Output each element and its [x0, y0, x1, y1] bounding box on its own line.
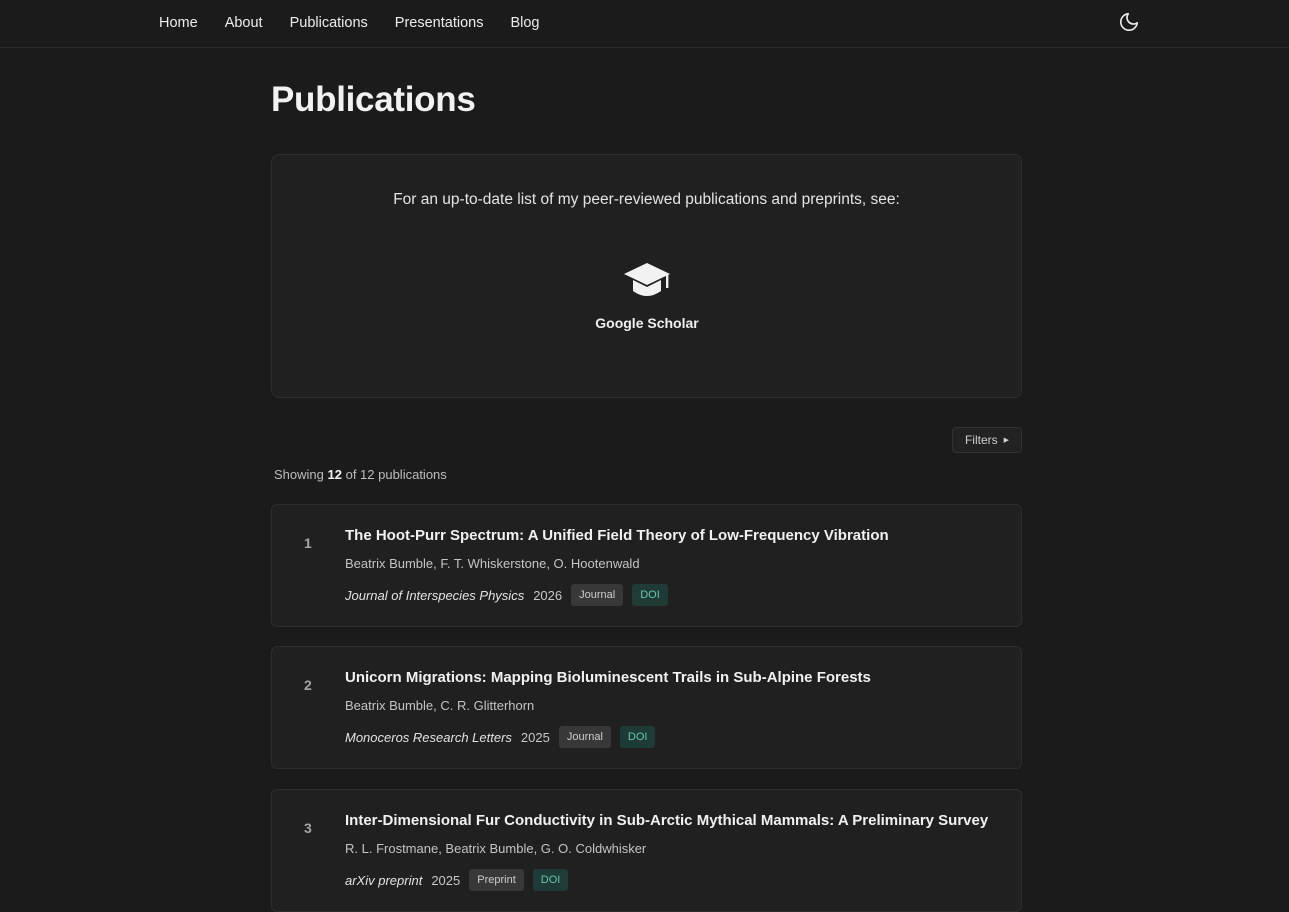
publication-number: 1 [304, 535, 312, 551]
page-title: Publications [271, 80, 476, 119]
publication-card: 2 Unicorn Migrations: Mapping Biolumines… [271, 646, 1022, 769]
nav-presentations[interactable]: Presentations [395, 15, 484, 31]
summary-prefix: Showing [274, 467, 324, 482]
caret-right-icon: ▶ [1003, 437, 1010, 444]
google-scholar-label: Google Scholar [595, 315, 699, 331]
results-summary: Showing 12 of 12 publications [274, 467, 447, 482]
moon-icon [1119, 12, 1139, 32]
publication-meta: Journal of Interspecies Physics 2026 Jou… [345, 584, 668, 606]
doi-link[interactable]: DOI [632, 584, 668, 606]
publication-title[interactable]: The Hoot-Purr Spectrum: A Unified Field … [345, 527, 889, 544]
publication-meta: Monoceros Research Letters 2025 Journal … [345, 726, 656, 748]
publication-venue: arXiv preprint [345, 872, 423, 888]
publication-card: 3 Inter-Dimensional Fur Conductivity in … [271, 789, 1022, 912]
publication-venue: Journal of Interspecies Physics [345, 587, 525, 603]
theme-toggle-button[interactable] [1118, 11, 1140, 33]
doi-link[interactable]: DOI [619, 726, 656, 748]
publication-number: 3 [304, 820, 312, 836]
filters-button[interactable]: Filters ▶ [952, 427, 1022, 453]
scholar-intro-text: For an up-to-date list of my peer-review… [393, 191, 900, 208]
publication-type-badge: Journal [571, 584, 624, 606]
publication-card: 1 The Hoot-Purr Spectrum: A Unified Fiel… [271, 504, 1022, 627]
google-scholar-link[interactable]: Google Scholar [567, 259, 727, 349]
summary-count: 12 [327, 467, 342, 482]
main-nav: Home About Publications Presentations Bl… [159, 0, 566, 46]
filters-label: Filters [964, 433, 998, 447]
nav-about[interactable]: About [225, 15, 263, 31]
publication-authors: Beatrix Bumble, F. T. Whiskerstone, O. H… [345, 556, 640, 571]
publication-type-badge: Journal [558, 726, 611, 748]
publication-title[interactable]: Unicorn Migrations: Mapping Bioluminesce… [345, 669, 871, 686]
publication-year: 2025 [520, 729, 550, 745]
publication-meta: arXiv preprint 2025 Preprint DOI [345, 869, 569, 891]
publication-venue: Monoceros Research Letters [345, 729, 512, 745]
publication-year: 2025 [431, 872, 461, 888]
nav-blog[interactable]: Blog [510, 15, 539, 31]
nav-home[interactable]: Home [159, 15, 198, 31]
publication-authors: R. L. Frostmane, Beatrix Bumble, G. O. C… [345, 841, 647, 856]
summary-suffix: of 12 publications [345, 467, 447, 482]
graduation-cap-icon [624, 263, 670, 296]
publication-type-badge: Preprint [469, 869, 524, 891]
publication-authors: Beatrix Bumble, C. R. Glitterhorn [345, 698, 535, 713]
top-navbar: Home About Publications Presentations Bl… [0, 0, 1289, 48]
publication-year: 2026 [533, 587, 563, 603]
publication-title[interactable]: Inter-Dimensional Fur Conductivity in Su… [345, 812, 988, 829]
nav-publications[interactable]: Publications [290, 15, 368, 31]
doi-link[interactable]: DOI [532, 869, 569, 891]
publication-number: 2 [304, 677, 312, 693]
scholar-card: For an up-to-date list of my peer-review… [271, 154, 1022, 398]
